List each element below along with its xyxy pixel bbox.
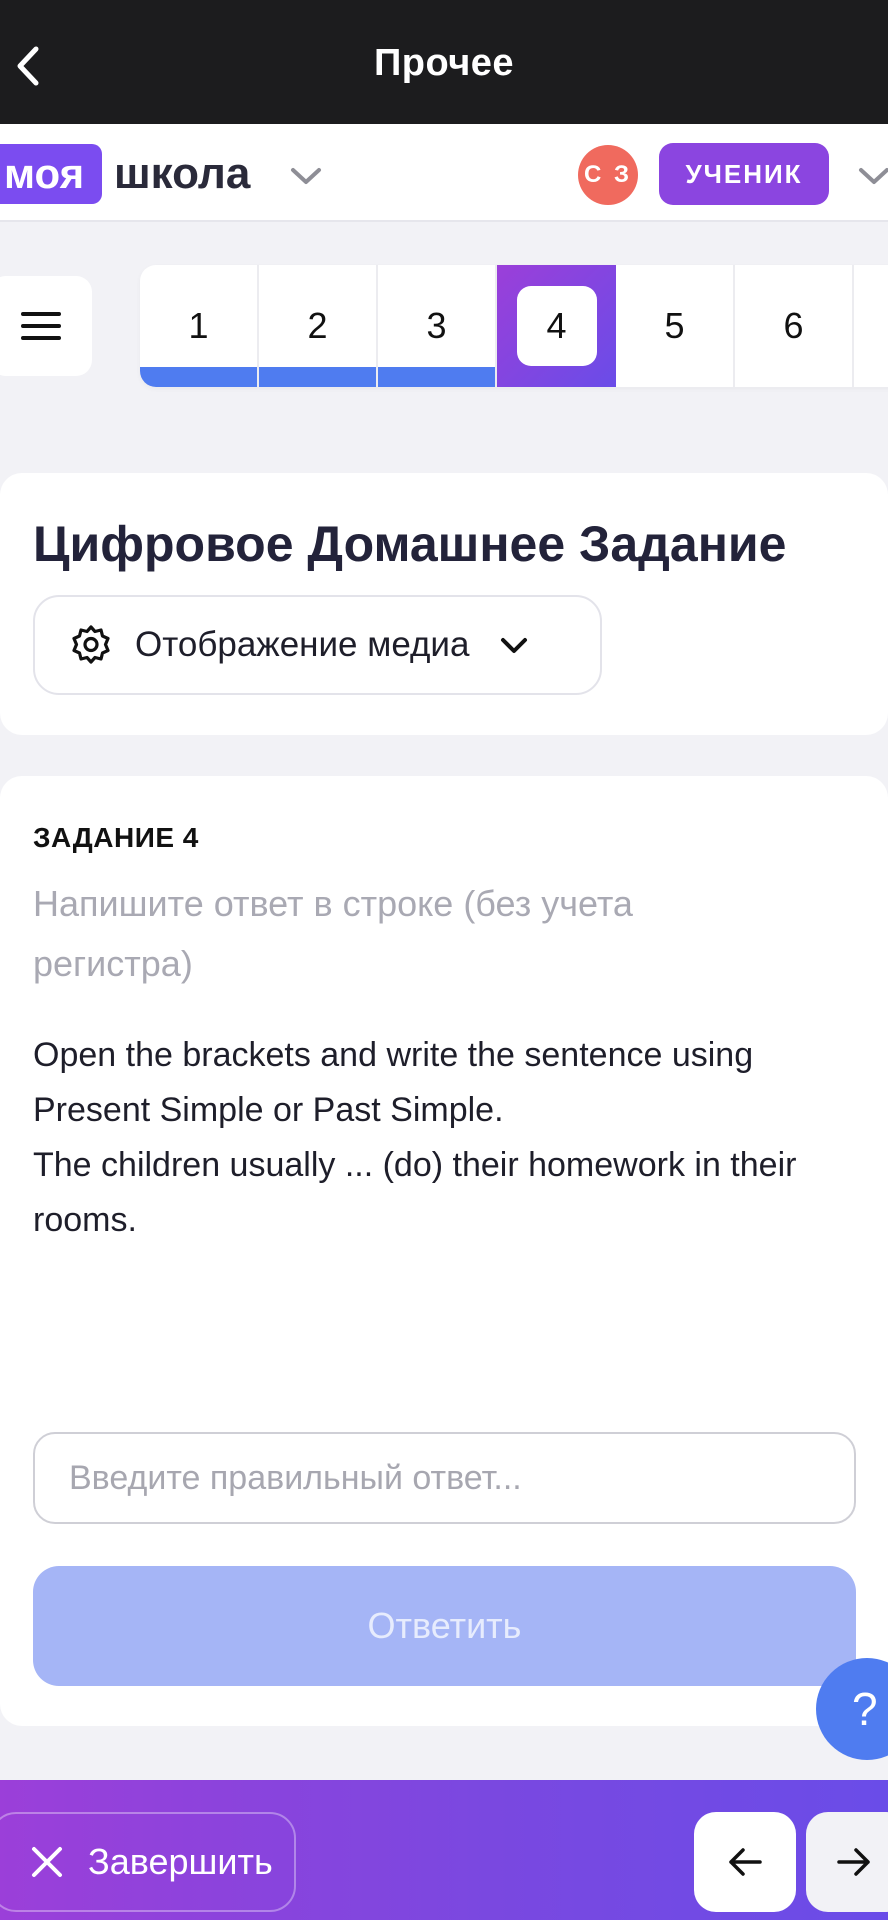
task-tab[interactable]: 3 xyxy=(378,265,497,387)
avatar[interactable]: С З xyxy=(578,145,638,205)
task-text: Open the brackets and write the sentence… xyxy=(33,1028,863,1248)
next-task-button[interactable] xyxy=(806,1812,888,1912)
submit-button[interactable]: Ответить xyxy=(33,1566,856,1686)
task-tab[interactable]: 2 xyxy=(259,265,378,387)
logo-part-2: школа xyxy=(114,149,251,198)
header-card: Цифровое Домашнее Задание Отображение ме… xyxy=(0,473,888,735)
task-card: ЗАДАНИЕ 4 Напишите ответ в строке (без у… xyxy=(0,776,888,1726)
logo-part-1: моя xyxy=(0,144,103,204)
task-tab-label: 6 xyxy=(783,305,804,346)
hamburger-icon xyxy=(21,312,61,340)
task-label: ЗАДАНИЕ 4 xyxy=(33,822,199,853)
task-tab-label: 4 xyxy=(546,305,567,346)
task-tab[interactable]: 5 xyxy=(616,265,735,387)
top-bar: Прочее xyxy=(0,0,888,124)
finish-label: Завершить xyxy=(88,1841,273,1882)
finish-button[interactable]: Завершить xyxy=(0,1812,296,1912)
gear-icon xyxy=(72,625,110,664)
role-badge[interactable]: УЧЕНИК xyxy=(659,143,829,205)
media-display-label: Отображение медиа xyxy=(135,625,470,664)
brand-bar: моя школа С З УЧЕНИК xyxy=(0,124,888,222)
task-tab-label: 1 xyxy=(188,305,209,346)
task-tab[interactable]: 6 xyxy=(735,265,854,387)
previous-task-button[interactable] xyxy=(694,1812,796,1912)
task-tab-active[interactable]: 4 xyxy=(497,265,616,387)
arrow-right-icon xyxy=(837,1848,870,1876)
chevron-down-icon[interactable] xyxy=(288,158,324,194)
task-hint: Напишите ответ в строке (без учета регис… xyxy=(33,883,633,984)
chevron-down-icon[interactable] xyxy=(856,158,888,194)
task-progress-tabs: 1 2 3 4 5 6 xyxy=(140,265,888,387)
chevron-down-icon xyxy=(501,638,528,653)
media-display-dropdown[interactable]: Отображение медиа xyxy=(33,595,602,695)
answer-input[interactable] xyxy=(33,1432,856,1524)
task-text-line: The children usually ... (do) their home… xyxy=(33,1146,797,1239)
task-tab-label: 3 xyxy=(426,305,447,346)
task-tab-label: 2 xyxy=(307,305,328,346)
task-text-line: Open the brackets and write the sentence… xyxy=(33,1036,754,1129)
arrow-left-icon xyxy=(729,1848,762,1876)
task-tab-label: 5 xyxy=(664,305,685,346)
footer-bar: Завершить xyxy=(0,1780,888,1920)
menu-button[interactable] xyxy=(0,276,92,376)
close-icon xyxy=(32,1847,62,1877)
page-title: Цифровое Домашнее Задание xyxy=(33,516,787,572)
task-tab[interactable]: 1 xyxy=(140,265,259,387)
screen-title: Прочее xyxy=(373,42,515,84)
